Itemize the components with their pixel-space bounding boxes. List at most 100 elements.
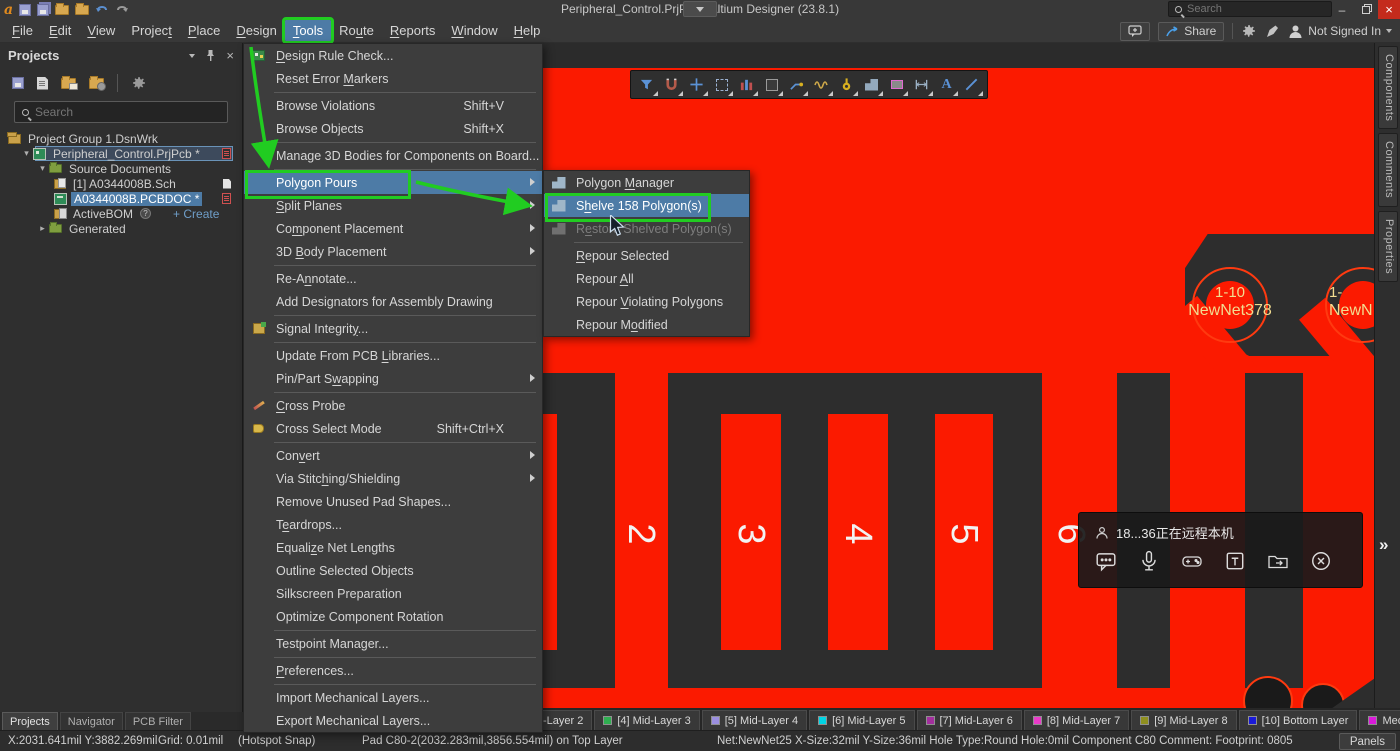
tools-design-rule-check[interactable]: Design Rule Check... bbox=[244, 44, 542, 67]
expand-icon[interactable]: ▸ bbox=[38, 224, 47, 233]
polygon-repour-modified[interactable]: Repour Modified bbox=[544, 313, 749, 336]
line-icon[interactable] bbox=[959, 72, 984, 97]
customize-pen-icon[interactable] bbox=[1265, 24, 1280, 39]
create-action-link[interactable]: + Create bbox=[173, 207, 219, 221]
menu-reports[interactable]: Reports bbox=[382, 20, 444, 41]
menu-file[interactable]: File bbox=[4, 20, 41, 41]
layer-tab-7-mid-layer-6[interactable]: [7] Mid-Layer 6 bbox=[917, 710, 1022, 730]
global-search[interactable] bbox=[1168, 1, 1332, 17]
menu-place[interactable]: Place bbox=[180, 20, 229, 41]
tools-polygon-pours[interactable]: Polygon Pours bbox=[244, 171, 542, 194]
tree-item-source-documents[interactable]: ▾Source Documents bbox=[0, 161, 243, 176]
tools-manage-3d-bodies-for-components-on-board[interactable]: Manage 3D Bodies for Components on Board… bbox=[244, 144, 542, 167]
undo-icon[interactable] bbox=[95, 4, 109, 16]
dimension-icon[interactable] bbox=[909, 72, 934, 97]
title-dropdown[interactable] bbox=[683, 1, 717, 17]
open-icon[interactable] bbox=[55, 5, 69, 15]
tools-split-planes[interactable]: Split Planes bbox=[244, 194, 542, 217]
tools-teardrops[interactable]: Teardrops... bbox=[244, 513, 542, 536]
comment-button[interactable] bbox=[1120, 22, 1150, 41]
tools-remove-unused-pad-shapes[interactable]: Remove Unused Pad Shapes... bbox=[244, 490, 542, 513]
right-tab-properties[interactable]: Properties bbox=[1378, 211, 1398, 282]
microphone-icon[interactable] bbox=[1138, 550, 1160, 572]
polygon-polygon-manager[interactable]: Polygon Manager bbox=[544, 171, 749, 194]
tools-component-placement[interactable]: Component Placement bbox=[244, 217, 542, 240]
layer-tab-5-mid-layer-4[interactable]: [5] Mid-Layer 4 bbox=[702, 710, 807, 730]
component-icon[interactable] bbox=[759, 72, 784, 97]
sign-in-control[interactable]: Not Signed In bbox=[1288, 24, 1392, 39]
save-project-icon[interactable] bbox=[12, 77, 24, 89]
menu-design[interactable]: Design bbox=[228, 20, 284, 41]
layer-tab-8-mid-layer-7[interactable]: [8] Mid-Layer 7 bbox=[1024, 710, 1129, 730]
tree-item-a0344008b-pcbdoc[interactable]: A0344008B.PCBDOC * bbox=[0, 191, 243, 206]
remote-session-toast[interactable]: 18...36正在远程本机 bbox=[1078, 512, 1363, 588]
polygon-repour-all[interactable]: Repour All bbox=[544, 267, 749, 290]
layer-tab-10-bottom-layer[interactable]: [10] Bottom Layer bbox=[1239, 710, 1358, 730]
menu-tools[interactable]: Tools bbox=[285, 20, 331, 41]
tools-reset-error-markers[interactable]: Reset Error Markers bbox=[244, 67, 542, 90]
right-tab-components[interactable]: Components bbox=[1378, 46, 1398, 129]
tree-item-peripheral-control-prjpcb[interactable]: ▾Peripheral_Control.PrjPcb * bbox=[0, 146, 243, 161]
expand-chevron[interactable]: » bbox=[1379, 535, 1388, 555]
projects-search[interactable] bbox=[14, 101, 228, 123]
tools-cross-probe[interactable]: Cross Probe bbox=[244, 394, 542, 417]
layer-tab-4-mid-layer-3[interactable]: [4] Mid-Layer 3 bbox=[594, 710, 699, 730]
open-folder-comment-icon[interactable] bbox=[61, 78, 76, 89]
menu-edit[interactable]: Edit bbox=[41, 20, 79, 41]
right-tab-comments[interactable]: Comments bbox=[1378, 133, 1398, 206]
chat-icon[interactable] bbox=[1095, 550, 1117, 572]
tree-item-activebom[interactable]: ActiveBOM?+ Create bbox=[0, 206, 243, 221]
open-project-icon[interactable] bbox=[75, 5, 89, 15]
polygon-repour-selected[interactable]: Repour Selected bbox=[544, 244, 749, 267]
alignment-icon[interactable] bbox=[734, 72, 759, 97]
projects-search-input[interactable] bbox=[35, 105, 205, 119]
compile-document-icon[interactable] bbox=[37, 77, 48, 90]
tools-import-mechanical-layers[interactable]: Import Mechanical Layers... bbox=[244, 686, 542, 709]
tools-browse-objects[interactable]: Browse ObjectsShift+X bbox=[244, 117, 542, 140]
polygon-restore-shelved-polygon-s[interactable]: Restore Shelved Polygon(s) bbox=[544, 217, 749, 240]
search-input[interactable] bbox=[1187, 3, 1307, 15]
panel-settings-gear-icon[interactable] bbox=[131, 75, 147, 91]
collapse-icon[interactable]: ▾ bbox=[22, 149, 31, 158]
tools-convert[interactable]: Convert bbox=[244, 444, 542, 467]
save-icon[interactable] bbox=[19, 4, 31, 16]
menu-route[interactable]: Route bbox=[331, 20, 382, 41]
close-panel-icon[interactable]: × bbox=[226, 48, 234, 63]
tools-testpoint-manager[interactable]: Testpoint Manager... bbox=[244, 632, 542, 655]
menu-view[interactable]: View bbox=[79, 20, 123, 41]
layer-tab-6-mid-layer-5[interactable]: [6] Mid-Layer 5 bbox=[809, 710, 914, 730]
panel-menu-icon[interactable] bbox=[189, 54, 195, 58]
layer-tab-mechanical-1[interactable]: Mechanical 1 bbox=[1359, 710, 1400, 730]
share-folder-icon[interactable] bbox=[1267, 550, 1289, 572]
redo-icon[interactable] bbox=[115, 4, 129, 16]
tools-browse-violations[interactable]: Browse ViolationsShift+V bbox=[244, 94, 542, 117]
tools-equalize-net-lengths[interactable]: Equalize Net Lengths bbox=[244, 536, 542, 559]
tools-preferences[interactable]: Preferences... bbox=[244, 659, 542, 682]
filter-icon[interactable] bbox=[634, 72, 659, 97]
tree-item-generated[interactable]: ▸Generated bbox=[0, 221, 243, 236]
menu-window[interactable]: Window bbox=[443, 20, 505, 41]
close-button[interactable]: × bbox=[1378, 0, 1400, 19]
close-icon[interactable] bbox=[1310, 550, 1332, 572]
net-tuning-icon[interactable] bbox=[809, 72, 834, 97]
panel-tab-navigator[interactable]: Navigator bbox=[60, 712, 123, 730]
via-icon[interactable] bbox=[834, 72, 859, 97]
snap-magnet-icon[interactable] bbox=[659, 72, 684, 97]
string-icon[interactable]: A bbox=[934, 72, 959, 97]
tools-3d-body-placement[interactable]: 3D Body Placement bbox=[244, 240, 542, 263]
share-button[interactable]: Share bbox=[1158, 22, 1224, 41]
tree-item-project-group-1-dsnwrk[interactable]: Project Group 1.DsnWrk bbox=[0, 131, 243, 146]
interactive-route-icon[interactable] bbox=[784, 72, 809, 97]
help-badge[interactable]: ? bbox=[140, 208, 151, 219]
polygon-shelve-158-polygon-s[interactable]: Shelve 158 Polygon(s) bbox=[544, 194, 749, 217]
panels-button[interactable]: Panels bbox=[1339, 733, 1396, 750]
tools-add-designators-for-assembly-drawing[interactable]: Add Designators for Assembly Drawing bbox=[244, 290, 542, 313]
panel-tab-projects[interactable]: Projects bbox=[2, 712, 58, 730]
text-tool-icon[interactable] bbox=[1224, 550, 1246, 572]
move-cross-icon[interactable] bbox=[684, 72, 709, 97]
panel-tab-pcb-filter[interactable]: PCB Filter bbox=[125, 712, 191, 730]
tools-update-from-pcb-libraries[interactable]: Update From PCB Libraries... bbox=[244, 344, 542, 367]
polygon-repour-violating-polygons[interactable]: Repour Violating Polygons bbox=[544, 290, 749, 313]
layer-tab-9-mid-layer-8[interactable]: [9] Mid-Layer 8 bbox=[1131, 710, 1236, 730]
area-select-icon[interactable] bbox=[709, 72, 734, 97]
